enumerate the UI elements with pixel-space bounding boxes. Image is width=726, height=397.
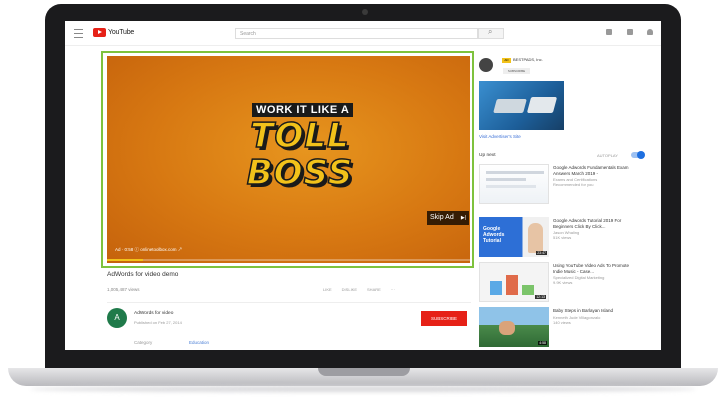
video-progress-fill bbox=[107, 259, 144, 261]
companion-ad-thumbnail[interactable] bbox=[479, 81, 564, 130]
recommended-video-title[interactable]: Using YouTube Video Ads To Promote Indie… bbox=[553, 263, 637, 274]
advertiser-avatar[interactable] bbox=[479, 58, 493, 72]
video-thumbnail[interactable]: Google Adwords Tutorial 23:47 bbox=[479, 217, 549, 257]
youtube-header: YouTube Search bbox=[65, 21, 661, 46]
advertiser-subscribe-button[interactable]: SUBSCRIBE bbox=[503, 68, 530, 74]
video-duration: 12:13 bbox=[535, 295, 546, 299]
hamburger-menu-icon[interactable] bbox=[74, 29, 83, 38]
ad-headline-small: WORK IT LIKE A bbox=[252, 103, 354, 117]
category-label: Category bbox=[134, 340, 153, 345]
recommended-video-meta: 9.9K views bbox=[553, 280, 573, 285]
notifications-bell-icon[interactable] bbox=[647, 29, 653, 35]
category-link[interactable]: Education bbox=[189, 340, 209, 345]
share-button[interactable]: SHARE bbox=[367, 287, 381, 292]
up-next-heading: Up next bbox=[479, 153, 496, 158]
video-progress-bar[interactable] bbox=[107, 259, 470, 261]
ad-info-text[interactable]: Ad · 0:58 ⓘ onlinetoolbox.com ↗ bbox=[115, 247, 182, 253]
search-input[interactable]: Search bbox=[235, 28, 478, 39]
ad-headline-line2: BOSS bbox=[246, 152, 354, 194]
recommended-video[interactable]: 4:58 Baby Steps in Barlayan Island Kenne… bbox=[479, 307, 649, 349]
recommended-video[interactable]: Google Adwords Fundamentals Exam Answers… bbox=[479, 164, 649, 206]
channel-name[interactable]: AdWords for video bbox=[134, 311, 173, 316]
recommended-video-meta: 140 views bbox=[553, 320, 571, 325]
recommended-video-meta: Recommended for you bbox=[553, 182, 594, 187]
more-actions-button[interactable]: ··· bbox=[391, 287, 395, 292]
video-thumbnail[interactable]: 4:58 bbox=[479, 307, 549, 347]
recommended-video-title[interactable]: Google Adwords Fundamentals Exam Answers… bbox=[553, 165, 637, 176]
laptop-shadow bbox=[30, 386, 696, 392]
recommended-video[interactable]: 12:13 Using YouTube Video Ads To Promote… bbox=[479, 262, 649, 304]
recommended-video[interactable]: Google Adwords Tutorial 23:47 Google Adw… bbox=[479, 217, 649, 259]
laptop-screen: YouTube Search WORK IT LIKE A TOLL BOSS … bbox=[65, 21, 661, 350]
video-player[interactable]: WORK IT LIKE A TOLL BOSS Skip Ad Ad · 0:… bbox=[107, 56, 470, 263]
advertiser-name[interactable]: BESTPADS, Inc. bbox=[513, 57, 543, 62]
video-title: AdWords for video demo bbox=[107, 271, 179, 278]
recommended-video-title[interactable]: Baby Steps in Barlayan Island bbox=[553, 308, 637, 314]
subscribe-button[interactable]: SUBSCRIBE bbox=[421, 311, 467, 326]
video-duration: 4:58 bbox=[538, 341, 547, 345]
video-duration: 23:47 bbox=[536, 251, 547, 255]
dislike-button[interactable]: DISLIKE bbox=[342, 287, 357, 292]
video-thumbnail[interactable] bbox=[479, 164, 549, 204]
video-thumbnail[interactable]: 12:13 bbox=[479, 262, 549, 302]
apps-grid-icon[interactable] bbox=[627, 29, 633, 35]
divider bbox=[107, 302, 471, 303]
autoplay-label: AUTOPLAY bbox=[597, 153, 618, 158]
like-button[interactable]: LIKE bbox=[323, 287, 332, 292]
recommended-video-meta: 51K views bbox=[553, 235, 572, 240]
recommended-video-title[interactable]: Google Adwords Tutorial 2019 For Beginne… bbox=[553, 218, 637, 229]
logo-text: YouTube bbox=[108, 29, 135, 36]
webcam bbox=[362, 9, 368, 15]
youtube-play-icon bbox=[93, 28, 106, 37]
skip-ad-button[interactable]: Skip Ad bbox=[427, 211, 469, 225]
ad-headline-line1: TOLL bbox=[250, 115, 350, 157]
view-count: 1,005,487 views bbox=[107, 287, 140, 292]
visit-advertiser-link[interactable]: Visit Advertiser's Site bbox=[479, 134, 521, 139]
search-button[interactable] bbox=[478, 27, 504, 39]
publish-date: Published on Feb 27, 2014 bbox=[134, 320, 182, 325]
ad-badge: AD bbox=[502, 58, 511, 63]
youtube-logo[interactable]: YouTube bbox=[93, 28, 134, 37]
laptop-notch bbox=[318, 368, 410, 376]
video-actions: LIKE DISLIKE SHARE ··· bbox=[323, 287, 395, 292]
channel-avatar[interactable]: A bbox=[107, 308, 127, 328]
upload-video-icon[interactable] bbox=[606, 29, 612, 35]
autoplay-toggle[interactable] bbox=[631, 151, 645, 159]
